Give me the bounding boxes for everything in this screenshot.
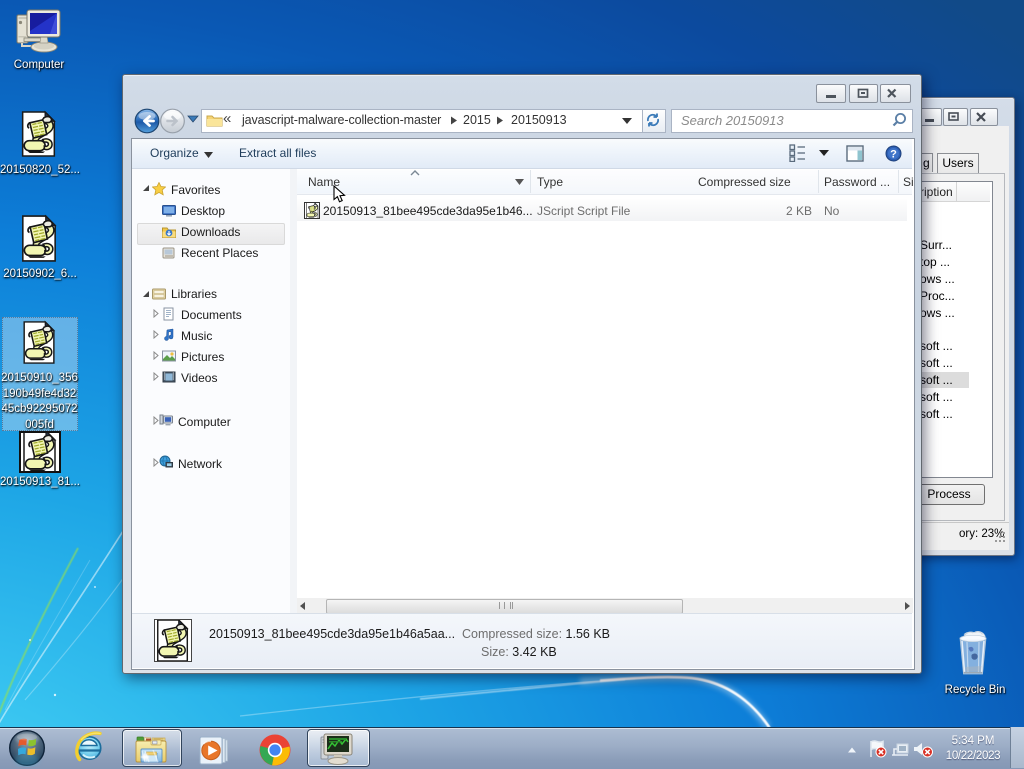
svg-text:?: ?: [890, 149, 897, 161]
